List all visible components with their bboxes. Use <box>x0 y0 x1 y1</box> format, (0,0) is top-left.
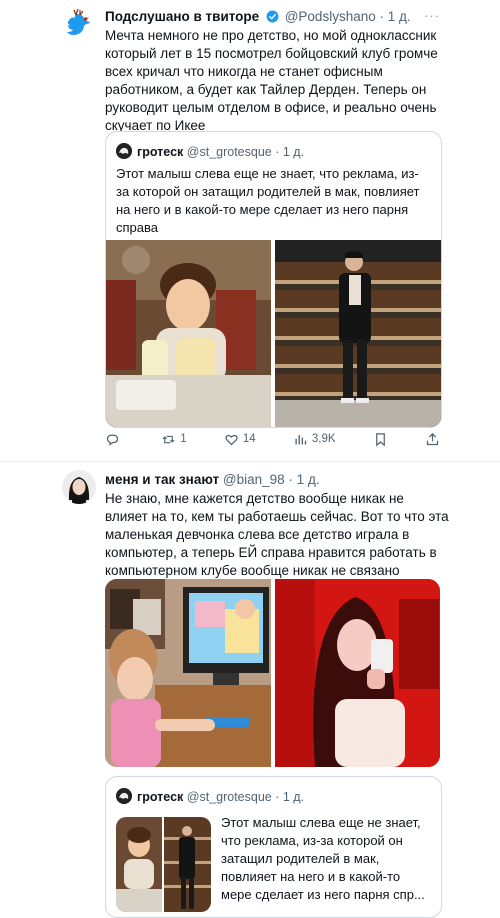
thumb-boy <box>116 817 162 912</box>
tweet-header: Подслушано в твиторе @Podslyshano · 1 д. <box>105 9 411 25</box>
tweet-time[interactable]: · 1 д. <box>288 472 319 487</box>
quoted-tweet[interactable]: гротеск @st_grotesque · 1 д. Этот малыш … <box>105 776 442 918</box>
thumb-man <box>164 817 211 912</box>
avatar-podslyshano[interactable] <box>62 8 96 42</box>
author-handle[interactable]: @bian_98 <box>223 472 285 487</box>
tweet-time[interactable]: · 1 д. <box>380 9 411 24</box>
quote-author-avatar <box>116 143 132 159</box>
girl-avatar-image <box>62 470 96 504</box>
quote-header: гротеск @st_grotesque · 1 д. <box>116 788 304 804</box>
photo-girl-computer[interactable] <box>105 579 271 767</box>
more-options-icon[interactable]: ··· <box>424 8 440 23</box>
bird-deer-icon <box>67 8 90 35</box>
boy-photo-image <box>106 240 271 427</box>
tweet-header: меня и так знают @bian_98 · 1 д. <box>105 472 320 488</box>
red-selfie-image <box>275 579 440 767</box>
views-chart-icon <box>295 434 307 444</box>
retweet-button[interactable]: 1 <box>161 432 187 447</box>
quoted-tweet[interactable]: гротеск @st_grotesque · 1 д. Этот малыш … <box>105 131 442 428</box>
quote-text: Этот малыш слева еще не знает, что рекла… <box>116 166 420 235</box>
share-icon <box>426 432 439 445</box>
photo-boy-mcdonalds[interactable] <box>106 240 271 427</box>
author-name[interactable]: меня и так знают <box>105 472 219 487</box>
views-count: 3,9K <box>311 433 336 445</box>
author-handle[interactable]: @Podslyshano <box>285 9 376 24</box>
quote-time: · 1 д. <box>275 145 305 159</box>
reply-icon <box>106 433 119 446</box>
quote-author-name: гротеск <box>137 145 184 159</box>
tweet-podslyshano[interactable]: Подслушано в твиторе @Podslyshano · 1 д.… <box>0 0 500 455</box>
photo-man-library[interactable] <box>275 240 441 427</box>
tweet-bian[interactable]: меня и так знают @bian_98 · 1 д. Не знаю… <box>0 462 500 918</box>
share-button[interactable] <box>425 432 440 447</box>
quote-author-handle: @st_grotesque <box>186 145 272 159</box>
quote-thumbnail[interactable] <box>116 817 211 912</box>
tweet-actions: 1 14 3,9K <box>105 430 440 448</box>
bookmark-icon <box>375 432 385 446</box>
quote-author-handle: @st_grotesque <box>186 790 272 804</box>
author-name[interactable]: Подслушано в твиторе <box>105 9 259 24</box>
like-button[interactable]: 14 <box>224 432 256 447</box>
tweet-text: Мечта немного не про детство, но мой одн… <box>105 28 438 133</box>
quote-text: Этот малыш слева еще не знает, что рекла… <box>221 815 425 902</box>
bookmark-button[interactable] <box>373 432 388 447</box>
avatar-bian[interactable] <box>62 470 96 504</box>
like-count: 14 <box>242 433 256 445</box>
quote-time: · 1 д. <box>275 790 305 804</box>
tweet-text: Не знаю, мне кажется детство вообще ника… <box>105 491 449 578</box>
girl-computer-image <box>105 579 271 767</box>
verified-badge-icon <box>266 10 279 23</box>
quote-header: гротеск @st_grotesque · 1 д. <box>116 143 304 159</box>
man-photo-image <box>275 240 441 427</box>
photo-girl-red-selfie[interactable] <box>275 579 440 767</box>
views-button[interactable]: 3,9K <box>293 432 336 447</box>
quote-author-name: гротеск <box>137 790 184 804</box>
heart-icon <box>225 434 238 445</box>
quote-author-avatar <box>116 788 132 804</box>
reply-button[interactable] <box>105 432 124 447</box>
retweet-count: 1 <box>180 433 187 445</box>
quote-media[interactable] <box>106 240 441 427</box>
retweet-icon <box>162 435 175 443</box>
tweet-media[interactable] <box>105 579 440 767</box>
